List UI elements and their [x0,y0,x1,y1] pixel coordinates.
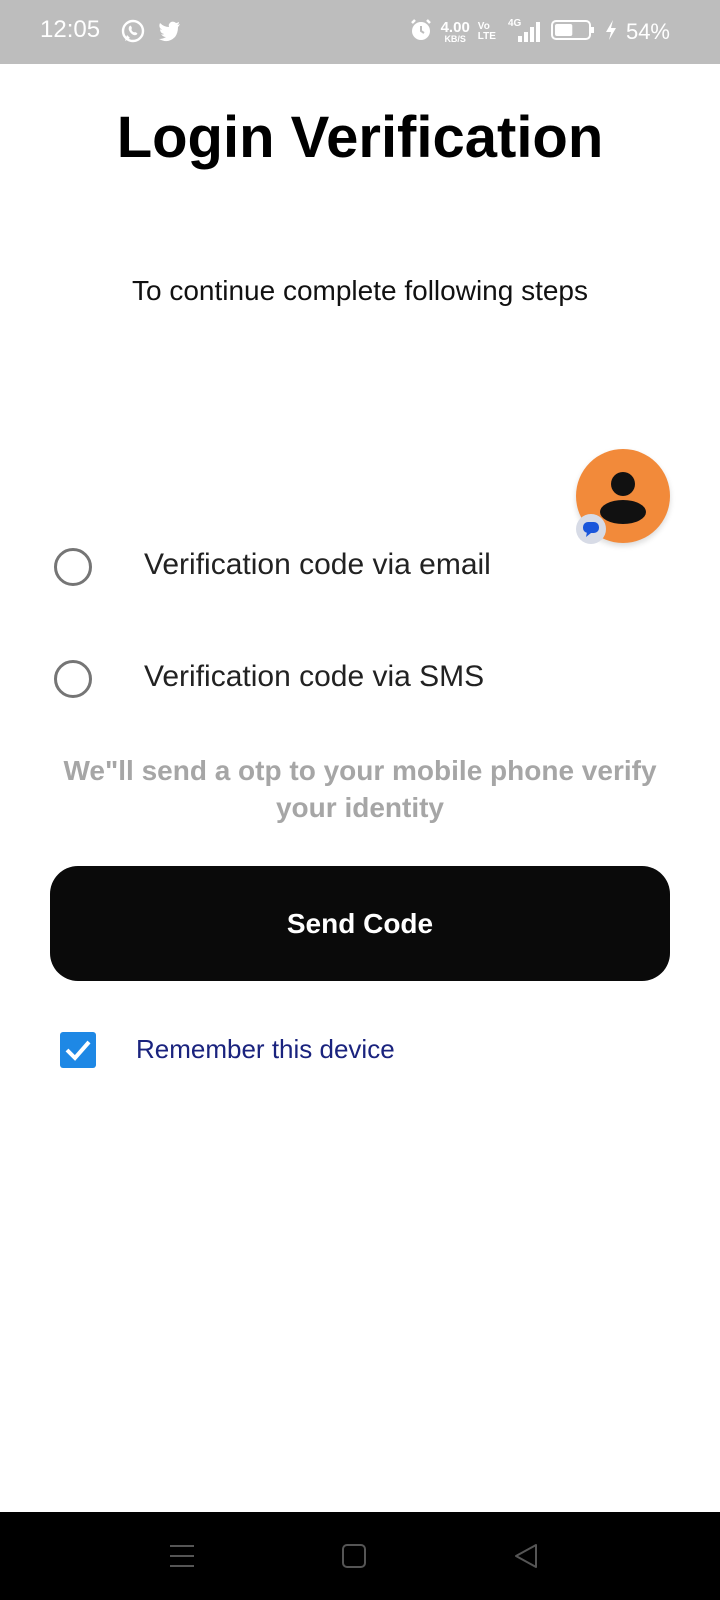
option-email-label: Verification code via email [144,548,491,581]
status-system-icons: 4.00 KB/S Vo LTE 4G 54% [409,12,670,52]
page-title: Login Verification [116,105,604,170]
option-sms-label: Verification code via SMS [144,660,485,693]
charging-icon [604,18,618,47]
send-code-button[interactable]: Send Code [50,866,670,981]
status-time: 12:05 [40,16,101,43]
network-speed-value: 4.00 [440,19,470,36]
remember-device-label[interactable]: Remember this device [136,1034,395,1065]
network-speed: 4.00 KB/S [441,20,470,44]
battery-percentage: 54% [625,19,670,44]
4g-signal-icon: 4G [504,18,542,44]
whatsapp-icon [120,18,146,49]
home-icon[interactable] [334,1536,374,1576]
status-bar: 12:05 4.00 KB/S Vo LTE 4G 54% [0,0,720,64]
page-subtitle: To continue complete following steps [131,275,589,306]
option-sms-row[interactable]: Verification code via SMS [0,648,720,708]
menu-icon[interactable] [162,1536,202,1576]
volte-icon: Vo LTE [478,22,496,42]
back-icon[interactable] [506,1536,546,1576]
remember-device-checkbox[interactable] [60,1032,96,1068]
twitter-icon [156,18,182,49]
otp-hint-text: We"ll send a otp to your mobile phone ve… [63,755,657,823]
network-speed-unit: KB/S [444,34,466,44]
status-notification-icons [120,18,182,49]
alarm-icon [409,18,433,47]
radio-sms[interactable] [54,660,92,698]
option-email-row[interactable]: Verification code via email [0,536,720,596]
battery-icon [550,18,596,47]
volte-bottom-label: LTE [477,31,496,42]
radio-email[interactable] [54,548,92,586]
navigation-bar [0,1512,720,1600]
checkmark-icon [60,1040,96,1072]
